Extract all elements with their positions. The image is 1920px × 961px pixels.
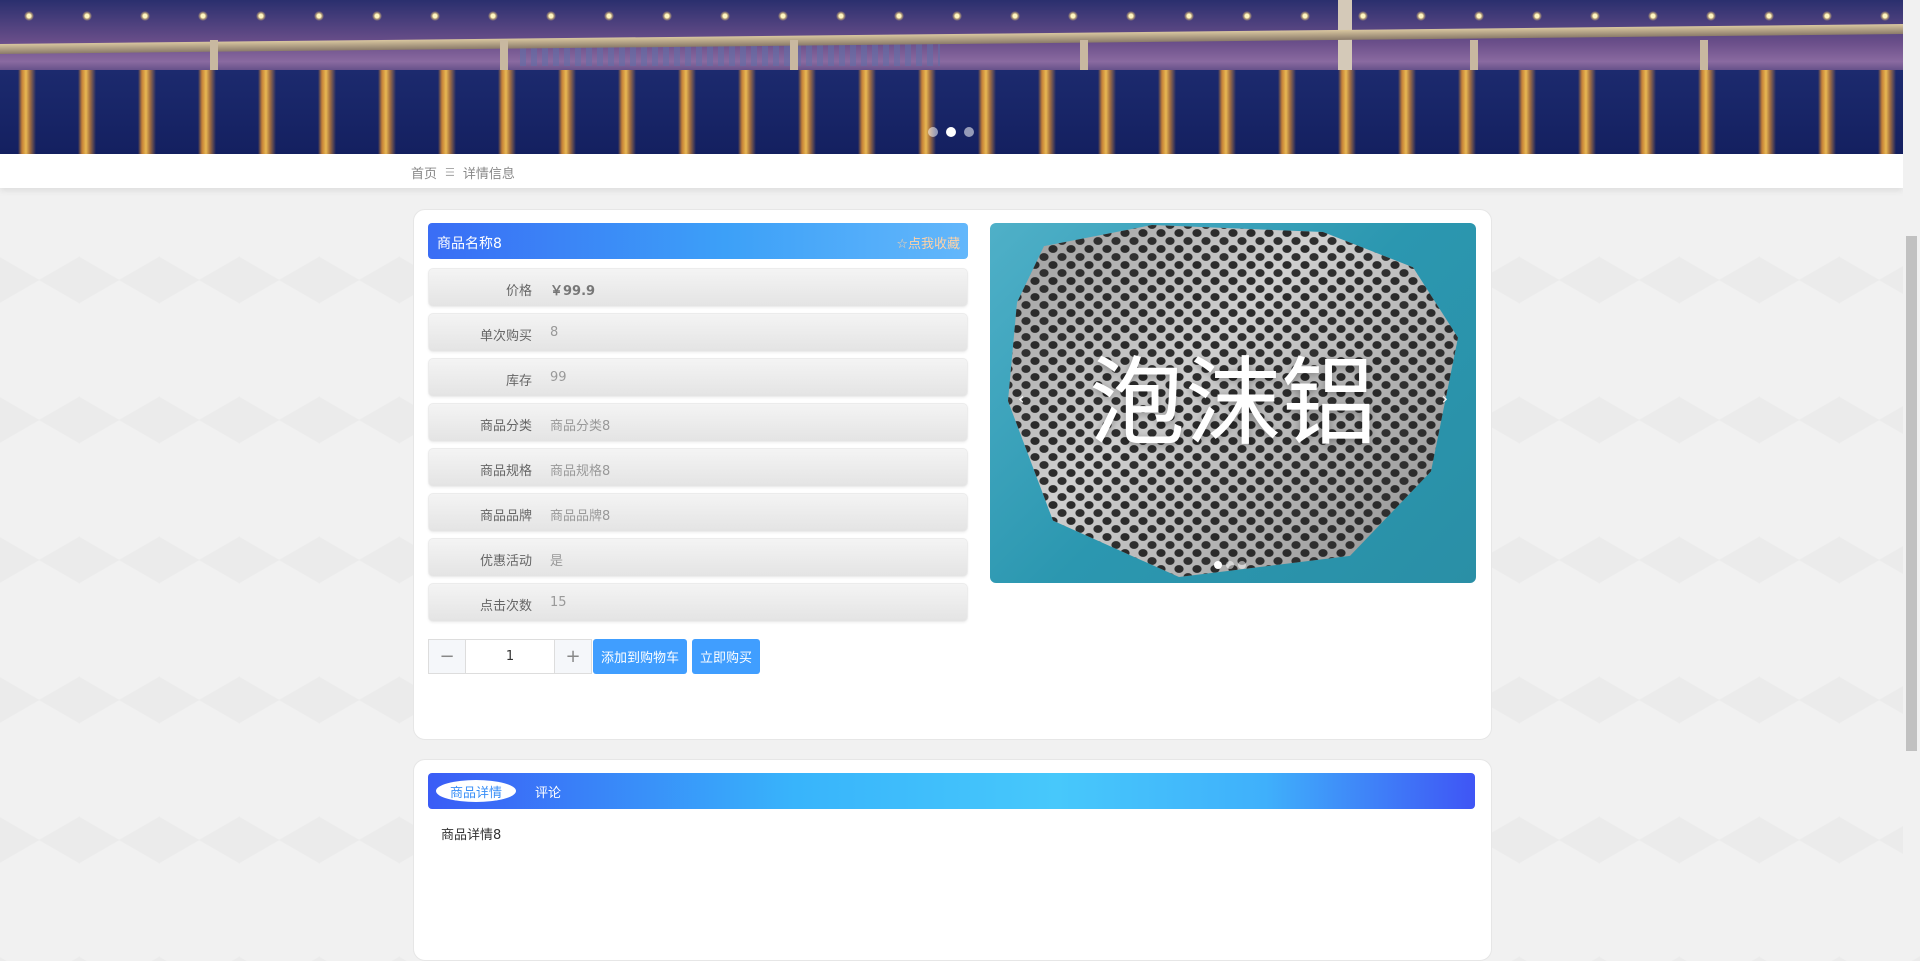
carousel-dot-3[interactable]: [1238, 561, 1246, 569]
field-value: 15: [550, 595, 567, 610]
field-row-click-count: 点击次数 15: [428, 583, 968, 622]
field-label: 优惠活动: [479, 554, 532, 569]
carousel-dot-2[interactable]: [1226, 561, 1234, 569]
breadcrumb-separator-icon: ☰: [445, 166, 455, 179]
field-label: 库存: [505, 374, 532, 389]
bridge-deck: [0, 24, 1903, 54]
quantity-input[interactable]: 1: [466, 639, 554, 674]
field-label: 商品规格: [479, 464, 532, 479]
add-to-cart-button[interactable]: 添加到购物车: [593, 639, 687, 674]
breadcrumb-bar: 首页 ☰ 详情信息: [0, 154, 1903, 188]
field-row-price: 价格 ￥99.9: [428, 268, 968, 307]
field-value: 99: [550, 370, 567, 385]
field-value: ￥99.9: [550, 284, 596, 299]
tab-product-detail[interactable]: 商品详情: [436, 780, 516, 802]
field-label: 商品分类: [479, 419, 532, 434]
scrollbar-thumb[interactable]: [1906, 236, 1917, 751]
field-value: 商品规格8: [550, 464, 611, 479]
favorite-button[interactable]: ☆点我收藏: [896, 233, 960, 252]
banner-pagination: [928, 127, 974, 137]
product-image-caption: 泡沫铝: [1089, 347, 1377, 459]
buy-now-button[interactable]: 立即购买: [692, 639, 760, 674]
field-value: 是: [550, 554, 564, 569]
product-image-carousel: 泡沫铝 ‹ ›: [990, 223, 1476, 583]
field-row-category: 商品分类 商品分类8: [428, 403, 968, 442]
breadcrumb-current: 详情信息: [462, 167, 515, 182]
hero-banner: [0, 0, 1903, 154]
field-value: 商品品牌8: [550, 509, 611, 524]
field-label: 价格: [505, 284, 532, 299]
detail-tab-bar: 商品详情 评论: [428, 773, 1475, 809]
bridge-lights: [0, 6, 1903, 26]
product-info-card: 商品名称8 ☆点我收藏 价格 ￥99.9 单次购买 8 库存 99 商品分类 商…: [413, 209, 1492, 740]
product-name: 商品名称8: [437, 236, 502, 252]
product-title-bar: 商品名称8 ☆点我收藏: [428, 223, 968, 259]
carousel-pagination: [1214, 561, 1246, 569]
field-row-stock: 库存 99: [428, 358, 968, 397]
field-row-spec: 商品规格 商品规格8: [428, 448, 968, 487]
tab-comments[interactable]: 评论: [535, 780, 561, 802]
water-reflection: [0, 70, 1903, 154]
field-label: 点击次数: [479, 599, 532, 614]
banner-dot-3[interactable]: [964, 127, 974, 137]
field-label: 单次购买: [479, 329, 532, 344]
page-scrollbar[interactable]: [1903, 0, 1920, 931]
bridge-tower: [1338, 0, 1352, 80]
field-value: 8: [550, 325, 559, 340]
increase-quantity-button[interactable]: +: [554, 639, 592, 674]
carousel-next-icon[interactable]: ›: [1442, 389, 1448, 408]
breadcrumb-home-link[interactable]: 首页: [411, 163, 437, 182]
banner-dot-2[interactable]: [946, 127, 956, 137]
breadcrumb: 首页 ☰ 详情信息: [411, 163, 515, 182]
carousel-prev-icon[interactable]: ‹: [1018, 389, 1024, 408]
banner-dot-1[interactable]: [928, 127, 938, 137]
field-value: 商品分类8: [550, 419, 611, 434]
field-row-single-purchase: 单次购买 8: [428, 313, 968, 352]
field-row-brand: 商品品牌 商品品牌8: [428, 493, 968, 532]
product-detail-text: 商品详情8: [441, 828, 502, 843]
decrease-quantity-button[interactable]: −: [428, 639, 466, 674]
field-label: 商品品牌: [479, 509, 532, 524]
quantity-stepper: − 1 +: [428, 639, 592, 674]
field-row-promotion: 优惠活动 是: [428, 538, 968, 577]
carousel-dot-1[interactable]: [1214, 561, 1222, 569]
